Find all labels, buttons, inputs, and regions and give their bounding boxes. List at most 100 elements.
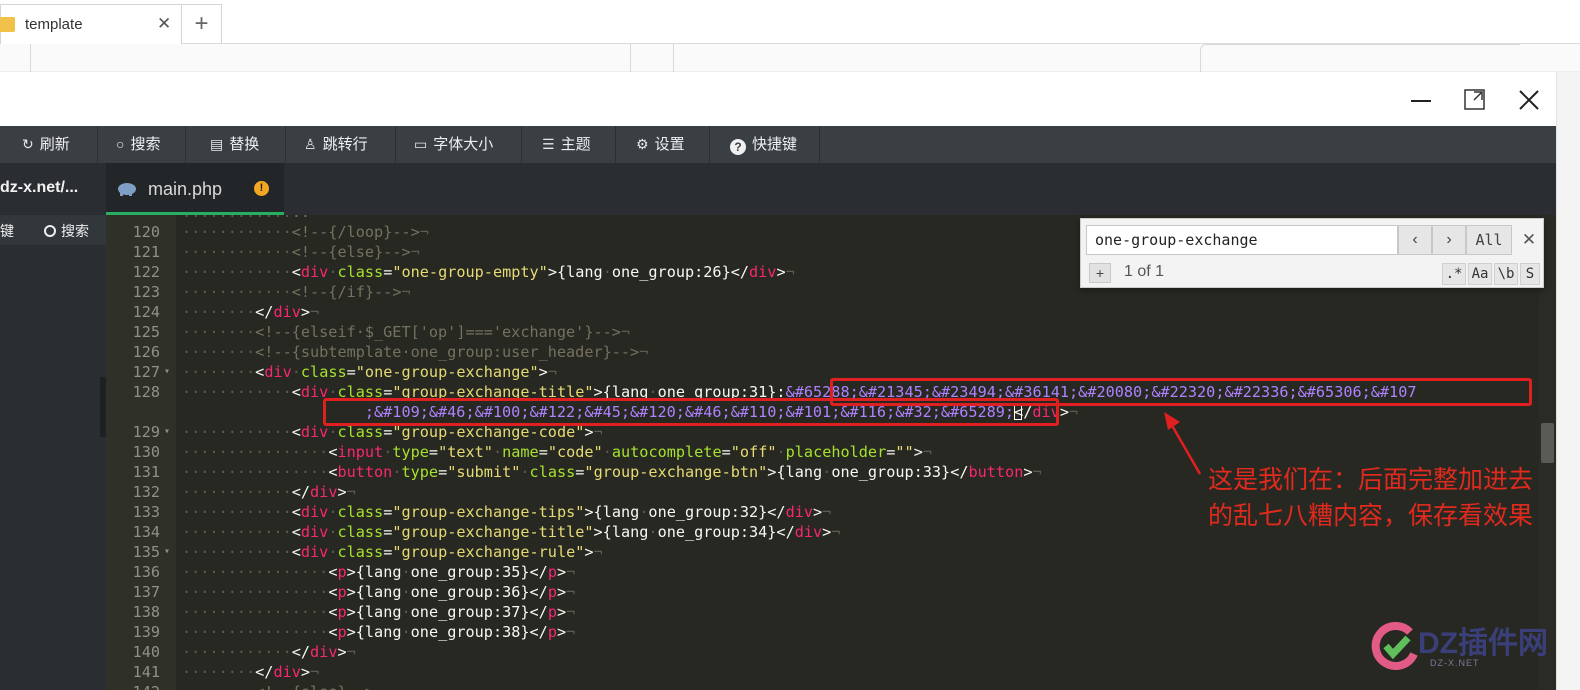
browser-address-strip [0, 44, 1580, 72]
replace-button[interactable]: ▤ 替换 [186, 126, 286, 163]
theme-label: 主题 [560, 136, 591, 153]
settings-label: 设置 [654, 136, 685, 153]
file-tab-main-php[interactable]: main.php ! [106, 163, 284, 215]
code-line: ········<!--{elseif·$_GET['op']==='excha… [182, 323, 631, 341]
code-line: ············<div·class="group-exchange-t… [182, 523, 841, 541]
font-size-button[interactable]: ▭ 字体大小 [396, 126, 522, 163]
toggle-replace-button[interactable]: + [1089, 263, 1111, 283]
annotation-highlight-box [323, 398, 1059, 426]
code-line: ················<p>{lang·one_group:38}</… [182, 623, 576, 641]
line-number: 135 [132, 543, 160, 561]
code-line: ········<!--{else}--> [182, 683, 374, 690]
line-number: 138 [132, 603, 160, 621]
line-number: 129 [132, 423, 160, 441]
editor-scrollbar-thumb[interactable] [1541, 423, 1554, 463]
theme-button[interactable]: ☰ 主题 [522, 126, 616, 163]
editor-dialog-header [0, 72, 1556, 126]
minimize-icon [1411, 100, 1431, 102]
find-close-icon[interactable]: ✕ [1518, 227, 1540, 253]
file-tab-bar: main.php ! [106, 163, 1556, 215]
maximize-button[interactable] [1460, 85, 1490, 115]
refresh-icon: ↻ [22, 136, 34, 152]
whole-word-toggle[interactable]: \b [1494, 263, 1518, 285]
code-line: ············<div·class="one-group-empty"… [182, 263, 795, 281]
browser-tab-title: template [25, 16, 83, 33]
fold-arrow-icon[interactable]: ▾ [164, 546, 170, 557]
browser-tab[interactable]: template ✕ [0, 4, 182, 44]
search-selection-toggle[interactable]: S [1520, 263, 1540, 285]
code-line: ········</div>¬ [182, 303, 320, 321]
find-all-button[interactable]: All [1466, 225, 1512, 255]
code-line: ················<p>{lang·one_group:36}</… [182, 583, 576, 601]
replace-icon: ▤ [210, 136, 224, 152]
find-match-count: 1 of 1 [1124, 263, 1165, 280]
gear-icon: ⚙ [636, 136, 649, 152]
unsaved-warning-icon: ! [254, 181, 269, 196]
line-number: 120 [132, 223, 160, 241]
code-line: ········</div>¬ [182, 663, 320, 681]
find-prev-button[interactable]: ‹ [1398, 225, 1432, 255]
line-number: 122 [132, 263, 160, 281]
line-number: 125 [132, 323, 160, 341]
replace-label: 替换 [229, 136, 260, 153]
regex-toggle[interactable]: .* [1442, 263, 1466, 285]
search-icon [44, 225, 56, 237]
new-tab-button[interactable]: + [182, 4, 222, 44]
minimize-button[interactable] [1406, 85, 1436, 115]
search-icon: ○ [116, 136, 125, 152]
annotation-line-1: 这是我们在：后面完整加进去 [1208, 465, 1534, 494]
watermark-logo: DZ插件网 DZ-X.NET [1370, 616, 1556, 678]
php-elephant-icon [118, 183, 136, 196]
file-tree-panel: dz-x.net/... 键 搜索 [0, 163, 106, 690]
help-icon: ? [730, 139, 746, 155]
editor-toolbar: ↻ 刷新 ○ 搜索 ▤ 替换 ♙ 跳转行 ▭ 字体大小 ☰ 主题 ⚙ 设置 ? 快捷键 [0, 126, 1556, 163]
shortcut-label[interactable]: 键 [0, 221, 14, 241]
menu-icon: ☰ [542, 136, 555, 152]
code-line: ············<!--{/loop}-->¬ [182, 223, 429, 241]
search-button[interactable]: ○ 搜索 [98, 126, 186, 163]
code-line: ············<div·class="group-exchange-t… [182, 503, 832, 521]
close-tab-icon[interactable]: ✕ [157, 14, 171, 34]
search-label: 搜索 [130, 136, 161, 153]
code-line: ········<div·class="one-group-exchange">… [182, 363, 557, 381]
line-number: 123 [132, 283, 160, 301]
browser-tab-bar: template ✕ + [0, 0, 1580, 44]
terminal-icon: ▭ [414, 136, 428, 152]
close-icon [1519, 90, 1539, 110]
refresh-label: 刷新 [39, 136, 70, 153]
line-number: 141 [132, 663, 160, 681]
refresh-button[interactable]: ↻ 刷新 [0, 126, 98, 163]
strip-segment [1200, 44, 1520, 72]
settings-button[interactable]: ⚙ 设置 [616, 126, 710, 163]
line-number: 134 [132, 523, 160, 541]
line-number: 131 [132, 463, 160, 481]
annotation-note: 这是我们在：后面完整加进去 的乱七八糟内容，保存看效果 [1208, 462, 1533, 534]
fold-arrow-icon[interactable]: ▾ [164, 366, 170, 377]
site-title[interactable]: dz-x.net/... [0, 179, 78, 197]
fold-arrow-icon[interactable]: ▾ [164, 426, 170, 437]
strip-segment [30, 44, 170, 72]
font-size-label: 字体大小 [433, 136, 494, 153]
code-line: ············<!--{else}-->¬ [182, 243, 420, 261]
code-line: ········<!--{subtemplate·one_group:user_… [182, 343, 649, 361]
goto-line-button[interactable]: ♙ 跳转行 [286, 126, 396, 163]
line-number: 139 [132, 623, 160, 641]
line-number: 127 [132, 363, 160, 381]
strip-segment [630, 44, 674, 72]
goto-line-icon: ♙ [304, 136, 317, 152]
sidebar-search-label: 搜索 [61, 223, 89, 239]
close-dialog-button[interactable] [1514, 85, 1544, 115]
shortcuts-button[interactable]: ? 快捷键 [710, 126, 820, 163]
case-sensitive-toggle[interactable]: Aa [1468, 263, 1492, 285]
find-input[interactable]: one-group-exchange [1086, 225, 1398, 255]
find-dialog: one-group-exchange ‹ › All ✕ + 1 of 1 .*… [1080, 218, 1544, 288]
code-line: ················<p>{lang·one_group:37}</… [182, 603, 576, 621]
find-next-button[interactable]: › [1432, 225, 1466, 255]
sidebar-search-button[interactable]: 搜索 [44, 221, 89, 241]
page-scrollbar[interactable] [1556, 72, 1580, 690]
annotation-arrow-icon [1164, 412, 1202, 475]
line-number: 142 [106, 683, 160, 690]
logo-icon [1371, 622, 1418, 670]
code-line: ················<p>{lang·one_group:35}</… [182, 563, 576, 581]
maximize-icon [1464, 89, 1485, 110]
